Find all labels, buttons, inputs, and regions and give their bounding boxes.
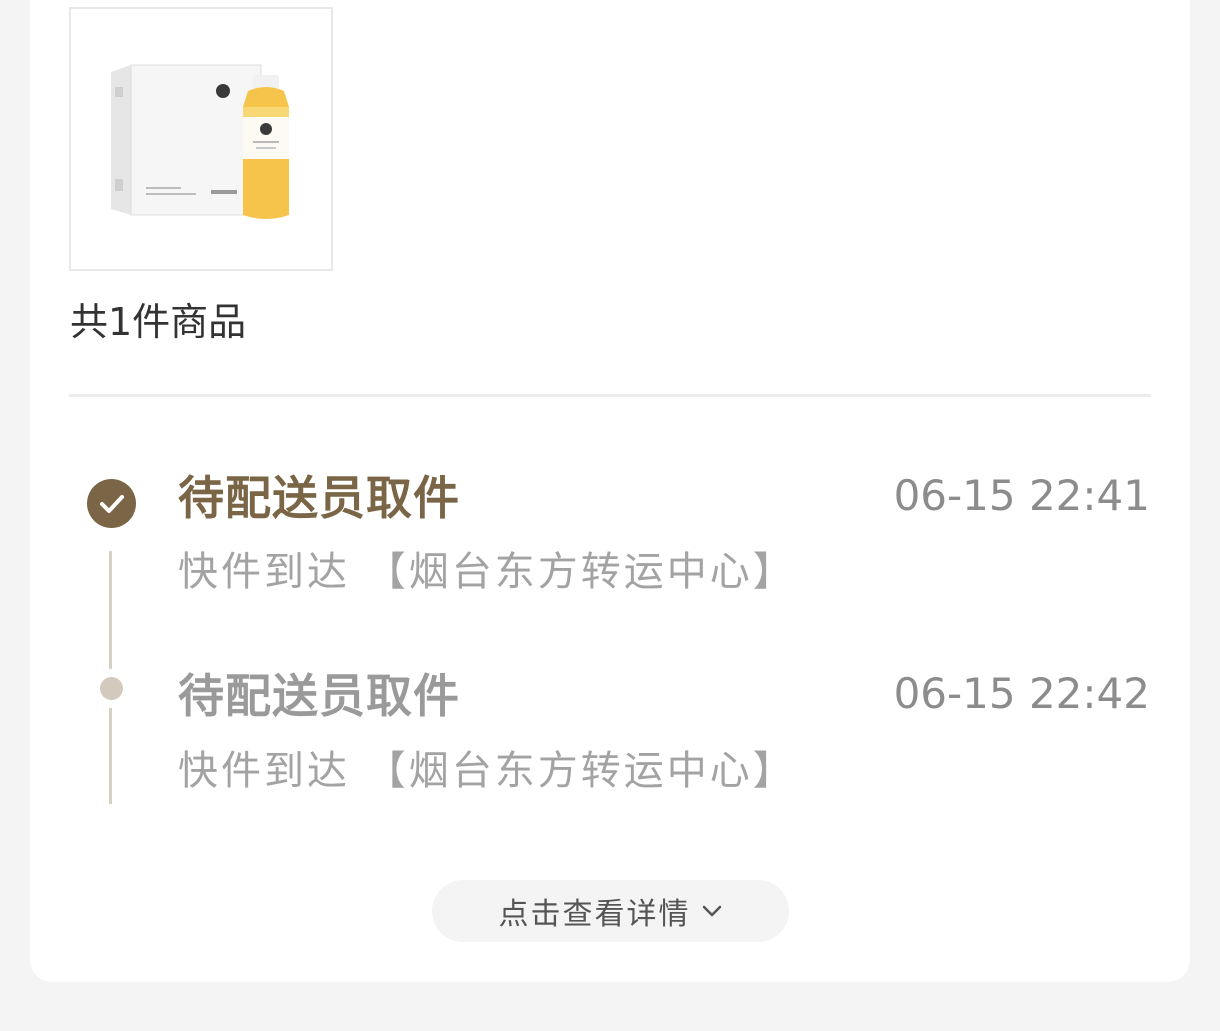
timeline-desc: 快件到达 【烟台东方转运中心】 (178, 748, 796, 794)
item-count: 共1件商品 (70, 300, 247, 344)
timeline-title: 待配送员取件 (178, 669, 460, 723)
timeline-line (109, 708, 112, 804)
timeline-time: 06-15 22:41 (893, 471, 1150, 520)
timeline-dot-icon (100, 677, 123, 700)
product-image (111, 64, 289, 219)
divider (69, 394, 1151, 397)
view-details-label: 点击查看详情 (498, 897, 691, 932)
timeline-line (109, 551, 112, 669)
timeline-title: 待配送员取件 (178, 471, 460, 525)
timeline-desc: 快件到达 【烟台东方转运中心】 (178, 549, 796, 595)
chevron-down-icon (702, 905, 721, 917)
view-details-button[interactable]: 点击查看详情 (432, 880, 789, 942)
timeline-check-icon (87, 479, 136, 528)
product-thumbnail[interactable] (69, 7, 333, 271)
timeline-time: 06-15 22:42 (893, 669, 1150, 718)
